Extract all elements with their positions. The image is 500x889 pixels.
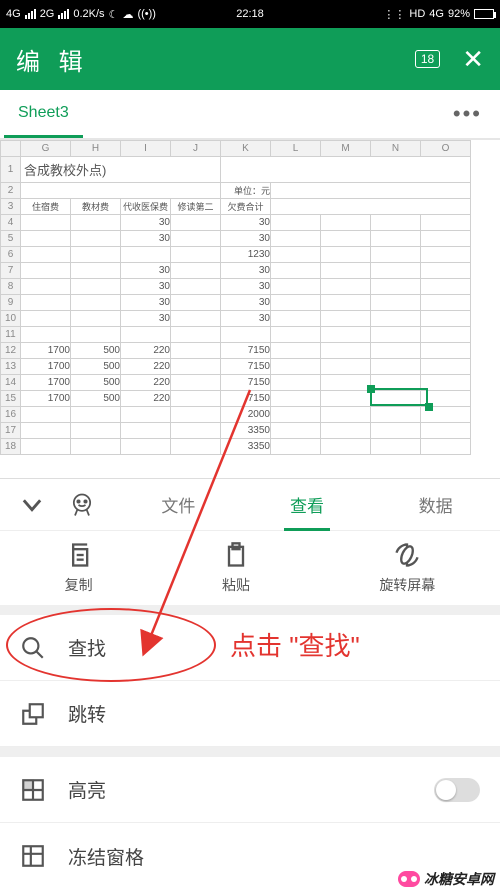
menu-goto-label: 跳转 (68, 700, 106, 727)
battery-icon (474, 9, 494, 19)
selection-handle-br[interactable] (425, 403, 433, 411)
app-bar: 编 辑 18 ✕ (0, 28, 500, 90)
copy-button[interactable]: 复制 (65, 541, 93, 595)
net-label-3: 4G (429, 8, 444, 20)
signal-icon-1 (25, 9, 36, 19)
menu-list: 查找 跳转 高亮 冻结窗格 (0, 615, 500, 889)
selection-handle-tl[interactable] (367, 385, 375, 393)
menu-freeze-label: 冻结窗格 (68, 843, 144, 870)
sheet-tabs: Sheet3 ••• (0, 90, 500, 140)
signal-icon-2 (58, 9, 69, 19)
paste-label: 粘贴 (222, 575, 250, 595)
sheet-tab-active[interactable]: Sheet3 (4, 90, 83, 138)
menu-goto[interactable]: 跳转 (0, 681, 500, 747)
wifi-icon: ((•)) (137, 8, 156, 20)
search-icon (20, 635, 46, 661)
hd-label: HD (409, 8, 425, 20)
watermark-text: 冰糖安卓网 (424, 869, 494, 889)
action-row: 复制 粘贴 旋转屏幕 (0, 531, 500, 615)
bottom-panel: 文件 查看 数据 复制 粘贴 旋转屏幕 查找 跳转 高亮 (0, 478, 500, 889)
assistant-icon[interactable] (68, 491, 96, 519)
watermark-logo-icon (398, 871, 420, 887)
net-label-2: 2G (40, 8, 55, 20)
menu-highlight[interactable]: 高亮 (0, 757, 500, 823)
paste-icon (222, 541, 250, 569)
rotate-button[interactable]: 旋转屏幕 (379, 541, 435, 595)
watermark: 冰糖安卓网 (398, 869, 494, 889)
panel-tabs: 文件 查看 数据 (0, 479, 500, 531)
freeze-icon (20, 843, 46, 869)
highlight-toggle[interactable] (434, 778, 480, 802)
highlight-icon (20, 777, 46, 803)
tab-view[interactable]: 查看 (282, 479, 332, 531)
copy-label: 复制 (65, 575, 93, 595)
battery-label: 92% (448, 8, 470, 20)
selection-rect[interactable] (370, 388, 428, 406)
rotate-label: 旋转屏幕 (379, 575, 435, 595)
paste-button[interactable]: 粘贴 (222, 541, 250, 595)
menu-highlight-label: 高亮 (68, 776, 106, 803)
undo-badge[interactable]: 18 (415, 50, 440, 68)
bt-icon: ⋮⋮ (383, 8, 405, 21)
status-bar: 4G 2G 0.2K/s ☾ ☁ ((•)) 22:18 ⋮⋮ HD 4G 92… (0, 0, 500, 28)
moon-icon: ☾ (109, 8, 119, 21)
tab-file[interactable]: 文件 (153, 479, 203, 531)
menu-find-label: 查找 (68, 634, 106, 661)
cloud-icon: ☁ (122, 8, 133, 21)
collapse-icon[interactable] (18, 491, 46, 519)
net-label-1: 4G (6, 8, 21, 20)
tab-data[interactable]: 数据 (411, 479, 461, 531)
copy-icon (65, 541, 93, 569)
goto-icon (20, 701, 46, 727)
app-title: 编 辑 (16, 42, 89, 77)
clock: 22:18 (236, 8, 264, 20)
more-button[interactable]: ••• (439, 101, 496, 127)
menu-find[interactable]: 查找 (0, 615, 500, 681)
close-button[interactable]: ✕ (462, 44, 484, 75)
spreadsheet-grid[interactable]: GHIJKLMNO1含成教校外点)2单位：元3住宿费教材费代收医保费修读第二欠费… (0, 140, 500, 455)
rotate-icon (393, 541, 421, 569)
net-speed: 0.2K/s (73, 8, 104, 20)
